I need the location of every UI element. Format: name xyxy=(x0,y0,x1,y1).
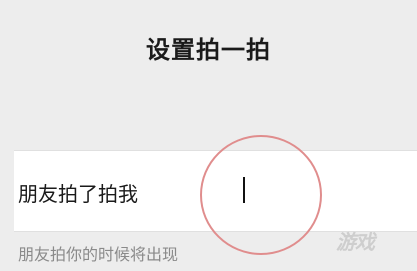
watermark-text: 游戏 xyxy=(336,230,375,254)
hint-text: 朋友拍你的时候将出现 xyxy=(18,245,179,264)
text-cursor xyxy=(243,177,245,203)
page-title: 设置拍一拍 xyxy=(146,36,271,64)
watermark-logo: 游戏 xyxy=(336,224,410,260)
pat-text-field-row[interactable]: 朋友拍了拍我 xyxy=(14,150,417,232)
pat-prefix-label: 朋友拍了拍我 xyxy=(18,182,138,206)
pat-suffix-input[interactable] xyxy=(228,169,408,209)
settings-page: 设置拍一拍 朋友拍了拍我 朋友拍你的时候将出现 游戏 xyxy=(0,0,417,271)
